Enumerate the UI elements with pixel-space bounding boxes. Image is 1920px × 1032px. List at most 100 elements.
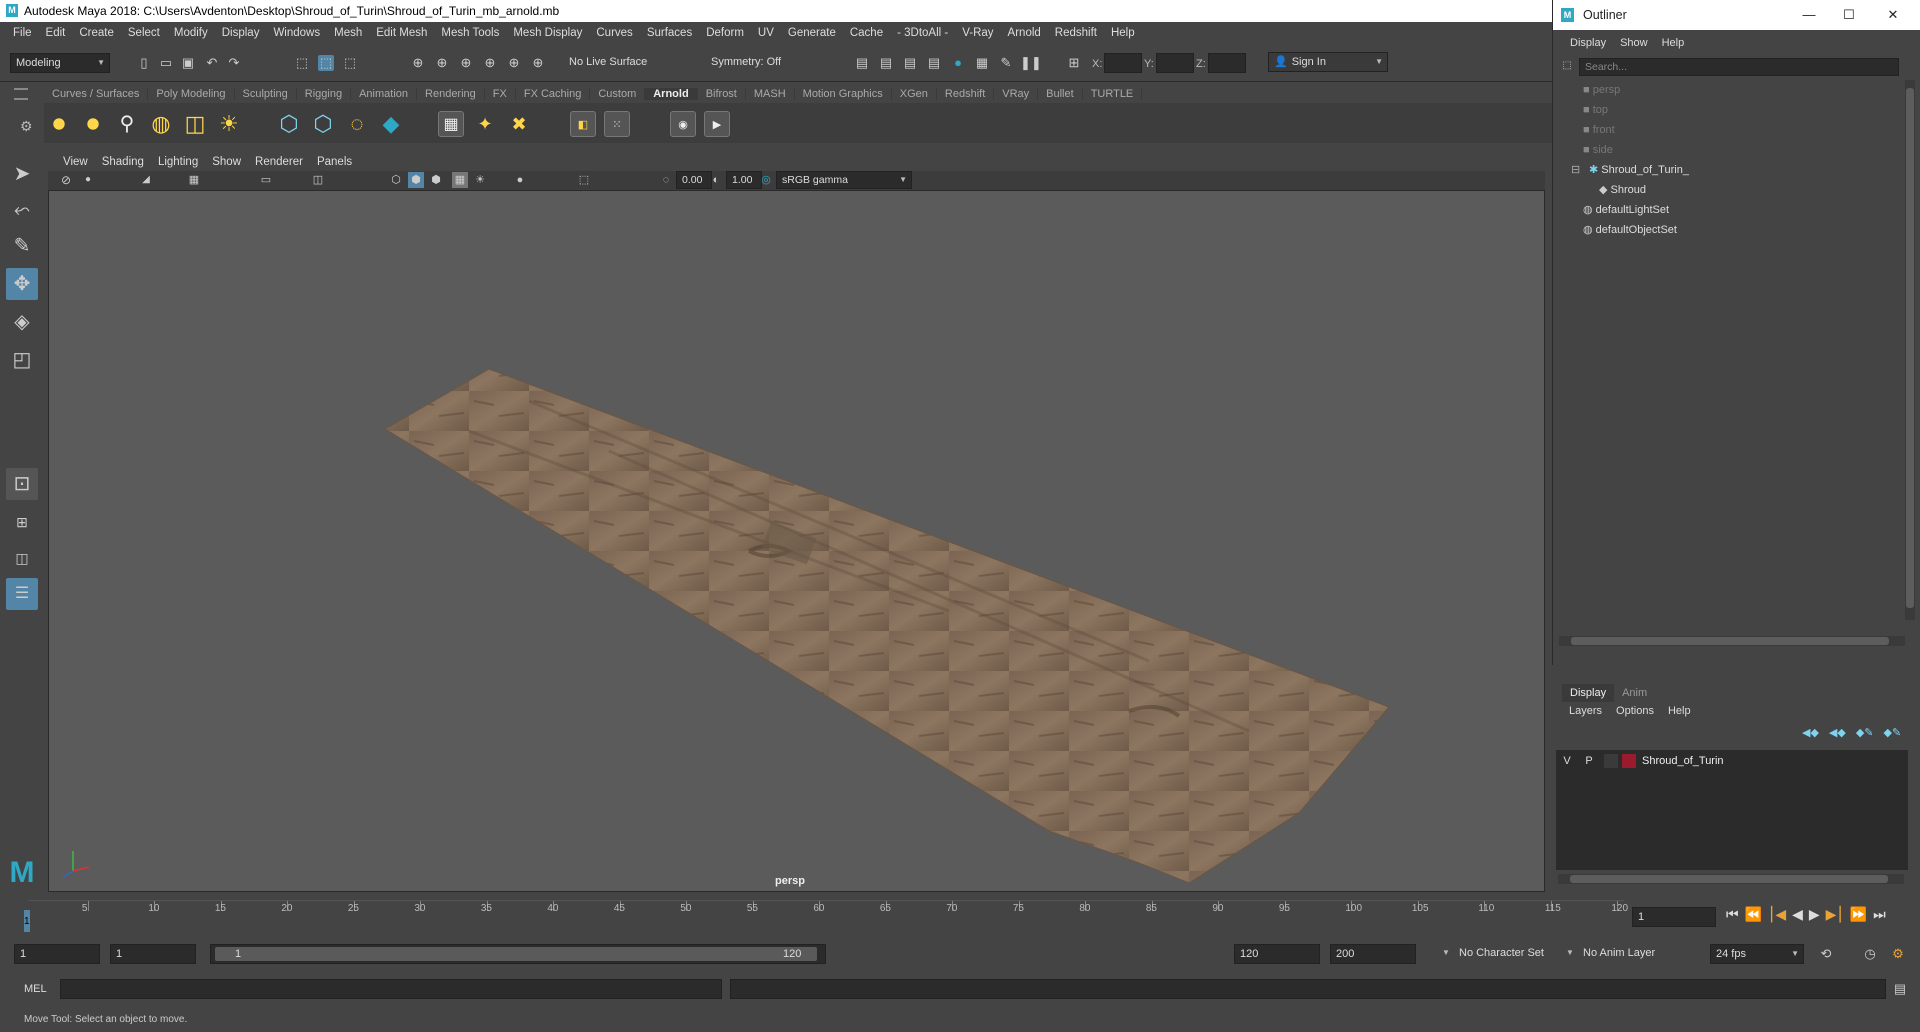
texture-manager-icon[interactable]: ▦ <box>438 111 464 137</box>
snap-curve-icon[interactable]: ⊕ <box>434 55 450 71</box>
render-play-icon[interactable]: ▶ <box>704 111 730 137</box>
layer-row[interactable]: V P Shroud_of_Turin <box>1556 750 1908 772</box>
open-scene-icon[interactable]: ▭ <box>158 55 174 71</box>
menu-help[interactable]: Help <box>1104 27 1142 39</box>
wireframe-on-shaded-icon[interactable]: ⬢ <box>428 172 444 188</box>
anim-start-field[interactable]: 1 <box>14 944 100 964</box>
physical-sky-icon[interactable]: ☀ <box>216 111 242 137</box>
outliner-item-top[interactable]: ■ top <box>1553 100 1893 120</box>
live-surface-field[interactable]: No Live Surface <box>564 53 664 73</box>
bookmark-icon[interactable]: ◢ <box>138 172 154 188</box>
collapse-icon[interactable]: ⊟ <box>1571 160 1580 180</box>
playback-end-field[interactable]: 120 <box>1234 944 1320 964</box>
snap-view-icon[interactable]: ⊕ <box>482 55 498 71</box>
outliner-item-shroud[interactable]: ◆ Shroud <box>1553 180 1893 200</box>
step-forward-frame-icon[interactable]: ▶⎮ <box>1826 906 1844 928</box>
playback-start-field[interactable]: 1 <box>110 944 196 964</box>
shelf-settings-icon[interactable]: ⚙ <box>20 118 33 135</box>
exposure-icon[interactable]: ◌ <box>658 172 674 188</box>
menu-display[interactable]: Display <box>215 27 267 39</box>
loop-icon[interactable]: ⟲ <box>1818 946 1834 962</box>
outliner-search-input[interactable]: Search... <box>1579 58 1899 76</box>
safe-action-icon[interactable]: ◫ <box>310 172 326 188</box>
scale-tool-icon[interactable]: ◰ <box>6 344 38 376</box>
photometric-light-icon[interactable]: ⚲ <box>114 111 140 137</box>
render-settings-icon[interactable]: ▤ <box>926 55 942 71</box>
current-frame-field[interactable]: 1 <box>1632 907 1716 927</box>
undo-icon[interactable]: ↶ <box>204 55 220 71</box>
step-back-key-icon[interactable]: ⏪ <box>1745 906 1762 928</box>
flush-caches-icon[interactable]: ✖ <box>506 111 532 137</box>
outliner-item-defaultobjectset[interactable]: ◍ defaultObjectSet <box>1553 220 1893 240</box>
exposure-field[interactable]: 0.00 <box>676 171 712 189</box>
wireframe-icon[interactable]: ⬡ <box>388 172 404 188</box>
gamma-field[interactable]: 1.00 <box>726 171 762 189</box>
outliner-item-side[interactable]: ■ side <box>1553 140 1893 160</box>
isolate-select-icon[interactable]: ⬚ <box>576 172 592 188</box>
shelf-tab-poly-modeling[interactable]: Poly Modeling <box>148 87 235 100</box>
menu-surfaces[interactable]: Surfaces <box>640 27 699 39</box>
hypershade-icon[interactable]: ● <box>950 55 966 71</box>
fps-dropdown[interactable]: 24 fps ▼ <box>1710 944 1804 964</box>
new-layer-selected-icon[interactable]: ◆✎ <box>1884 726 1902 742</box>
area-light-icon[interactable] <box>46 111 72 137</box>
new-layer-icon[interactable]: ◆✎ <box>1856 726 1874 742</box>
layer-hscrollbar-thumb[interactable] <box>1570 875 1888 883</box>
time-slider[interactable]: 5 10 15 20 25 30 35 40 45 50 55 60 65 70 75 80 85 90 95 100… <box>14 900 1636 932</box>
play-backward-icon[interactable]: ◀ <box>1792 906 1803 928</box>
select-tool-icon[interactable]: ➤ <box>6 158 38 190</box>
viewport-menu-shading[interactable]: Shading <box>95 156 151 168</box>
shelf-tab-fx[interactable]: FX <box>485 87 516 100</box>
camera-attr-icon[interactable]: ● <box>80 172 96 188</box>
character-set-dropdown[interactable]: ▼ No Character Set <box>1442 944 1556 964</box>
snap-vertex-icon[interactable]: ⊕ <box>530 55 546 71</box>
layer-tab-anim[interactable]: Anim <box>1614 684 1655 702</box>
sign-in-button[interactable]: 👤 Sign In ▼ <box>1268 52 1388 72</box>
mesh-light-icon[interactable] <box>80 111 106 137</box>
skydome-light-icon[interactable]: ◍ <box>148 111 174 137</box>
anim-end-field[interactable]: 200 <box>1330 944 1416 964</box>
time-ruler[interactable]: 5 10 15 20 25 30 35 40 45 50 55 60 65 70 75 80 85 90 95 100… <box>28 900 1628 932</box>
menu-mesh-display[interactable]: Mesh Display <box>506 27 589 39</box>
lighting-icon[interactable]: ☀ <box>472 172 488 188</box>
viewport-menu-view[interactable]: View <box>56 156 95 168</box>
outliner-hscrollbar[interactable] <box>1559 636 1905 646</box>
script-language-label[interactable]: MEL <box>24 983 47 995</box>
play-forward-icon[interactable]: ▶ <box>1809 906 1820 928</box>
select-object-icon[interactable]: ⬚ <box>318 55 334 71</box>
color-space-dropdown[interactable]: sRGB gamma ▼ <box>776 171 912 189</box>
step-forward-key-icon[interactable]: ⏩ <box>1850 906 1867 928</box>
menu-edit-mesh[interactable]: Edit Mesh <box>369 27 434 39</box>
menu-arnold[interactable]: Arnold <box>1001 27 1048 39</box>
pause-icon[interactable]: ❚❚ <box>1020 55 1042 71</box>
anim-prefs-icon[interactable]: ⚙ <box>1890 946 1906 962</box>
shelf-tab-rendering[interactable]: Rendering <box>417 87 485 100</box>
select-component-icon[interactable]: ⬚ <box>342 55 358 71</box>
smooth-shade-icon[interactable]: ⬢ <box>408 172 424 188</box>
color-management-icon[interactable]: ◎ <box>758 172 774 188</box>
rotate-tool-icon[interactable]: ◈ <box>6 306 38 338</box>
menu-edit[interactable]: Edit <box>39 27 73 39</box>
range-slider[interactable]: 1 120 <box>210 944 826 964</box>
tx-manager-icon[interactable]: ✦ <box>472 111 498 137</box>
viewport-menu-renderer[interactable]: Renderer <box>248 156 310 168</box>
ipr-render-icon[interactable]: ▤ <box>902 55 918 71</box>
transform-mode-icon[interactable]: ⊞ <box>1066 55 1082 71</box>
menu-modify[interactable]: Modify <box>167 27 215 39</box>
snap-grid-icon[interactable]: ⊕ <box>410 55 426 71</box>
minimize-icon[interactable]: — <box>1789 0 1829 30</box>
render-view-eye-icon[interactable]: ◉ <box>670 111 696 137</box>
layer-menu-options[interactable]: Options <box>1609 702 1661 720</box>
menu-redshift[interactable]: Redshift <box>1048 27 1104 39</box>
shelf-tab-xgen[interactable]: XGen <box>892 87 937 100</box>
outliner-scrollbar[interactable] <box>1905 80 1915 620</box>
move-tool-icon[interactable]: ✥ <box>6 268 38 300</box>
snap-point-icon[interactable]: ⊕ <box>458 55 474 71</box>
redo-icon[interactable]: ↷ <box>226 55 242 71</box>
layer-tab-display[interactable]: Display <box>1562 684 1615 702</box>
viewport-menu-lighting[interactable]: Lighting <box>151 156 205 168</box>
light-portal-icon[interactable]: ◫ <box>182 111 208 137</box>
outliner-item-persp[interactable]: ■ persp <box>1553 80 1893 100</box>
layer-menu-layers[interactable]: Layers <box>1562 702 1609 720</box>
menu-file[interactable]: File <box>6 27 39 39</box>
